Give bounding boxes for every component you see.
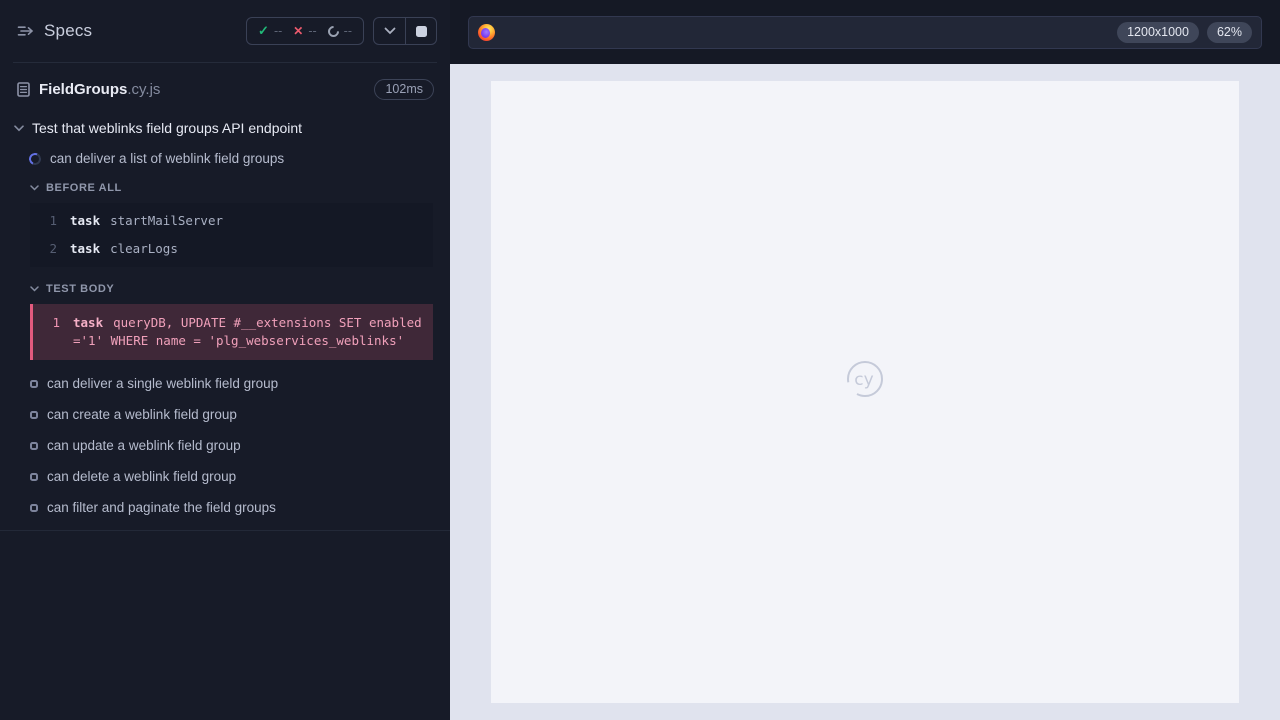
chevron-down-icon bbox=[384, 27, 395, 35]
tree-divider bbox=[0, 530, 450, 531]
hook-test-body[interactable]: TEST BODY bbox=[0, 283, 450, 295]
stop-run-button[interactable] bbox=[405, 18, 436, 44]
command-content: task clearLogs bbox=[70, 240, 178, 258]
command-method: task bbox=[70, 241, 101, 256]
pending-test-row[interactable]: can filter and paginate the field groups bbox=[0, 500, 450, 515]
command-content: task queryDB, UPDATE #__extensions SET en… bbox=[73, 314, 425, 350]
chevron-down-icon bbox=[14, 124, 24, 131]
specs-header: Specs ✓ -- ✕ -- -- bbox=[13, 0, 437, 63]
pending-test-icon bbox=[30, 379, 38, 388]
check-icon: ✓ bbox=[258, 23, 269, 38]
command-content: task startMailServer bbox=[70, 212, 223, 230]
command-row[interactable]: 1 task startMailServer bbox=[30, 207, 433, 235]
specs-header-left: Specs bbox=[13, 21, 92, 41]
specs-header-controls: ✓ -- ✕ -- -- bbox=[246, 17, 437, 45]
spinner-icon bbox=[27, 150, 43, 167]
address-bar[interactable]: 1200x1000 62% bbox=[468, 15, 1262, 49]
specs-title: Specs bbox=[44, 21, 93, 40]
test-tree: Test that weblinks field groups API endp… bbox=[0, 106, 450, 531]
command-message: queryDB, UPDATE #__extensions SET enable… bbox=[73, 315, 422, 348]
command-number: 1 bbox=[49, 213, 57, 228]
reporter-sidebar: Specs ✓ -- ✕ -- -- FieldGroups.cy.js 102… bbox=[0, 0, 450, 720]
running-icon bbox=[325, 23, 341, 39]
running-count: -- bbox=[343, 24, 352, 38]
stat-failed: ✕ -- bbox=[293, 24, 316, 38]
firefox-icon bbox=[478, 23, 495, 41]
running-test-title: can deliver a list of weblink field grou… bbox=[50, 151, 285, 166]
command-number: 2 bbox=[49, 241, 57, 256]
cross-icon: ✕ bbox=[293, 24, 304, 38]
command-block-test-body: 1 task queryDB, UPDATE #__extensions SET … bbox=[30, 304, 433, 360]
hook-label: BEFORE ALL bbox=[46, 182, 122, 194]
pending-test-row[interactable]: can create a weblink field group bbox=[0, 407, 450, 422]
command-method: task bbox=[73, 315, 104, 330]
command-method: task bbox=[70, 213, 101, 228]
pending-test-row[interactable]: can deliver a single weblink field group bbox=[0, 376, 450, 391]
pending-test-icon bbox=[30, 441, 38, 450]
pending-test-row[interactable]: can update a weblink field group bbox=[0, 438, 450, 453]
command-row[interactable]: 2 task clearLogs bbox=[30, 235, 433, 263]
svg-text:cy: cy bbox=[854, 370, 873, 390]
viewport-zoom-badge[interactable]: 62% bbox=[1206, 21, 1252, 43]
stop-icon bbox=[415, 25, 427, 37]
running-test-row[interactable]: can deliver a list of weblink field grou… bbox=[0, 150, 450, 167]
specs-list-toggle-icon[interactable] bbox=[17, 24, 34, 38]
run-controls bbox=[373, 17, 437, 45]
passed-count: -- bbox=[273, 24, 283, 38]
runner-panel: 1200x1000 62% cy bbox=[450, 0, 1280, 720]
command-message: startMailServer bbox=[110, 213, 223, 228]
hook-label: TEST BODY bbox=[46, 283, 115, 295]
viewport-size-badge[interactable]: 1200x1000 bbox=[1117, 21, 1199, 43]
pending-test-icon bbox=[30, 472, 38, 481]
command-message: clearLogs bbox=[110, 241, 178, 256]
command-row-active[interactable]: 1 task queryDB, UPDATE #__extensions SET … bbox=[33, 309, 433, 355]
aut-iframe: cy bbox=[491, 81, 1239, 703]
spec-file-name: FieldGroups.cy.js bbox=[39, 80, 161, 98]
cypress-watermark-icon: cy bbox=[847, 361, 883, 397]
suite-title: Test that weblinks field groups API endp… bbox=[32, 120, 303, 136]
pending-test-icon bbox=[30, 410, 38, 419]
spec-file-row[interactable]: FieldGroups.cy.js 102ms bbox=[0, 63, 450, 106]
spec-file-icon bbox=[17, 82, 30, 97]
chevron-down-icon bbox=[30, 185, 39, 191]
suite-row[interactable]: Test that weblinks field groups API endp… bbox=[0, 120, 450, 136]
command-block-before-all: 1 task startMailServer 2 task clearLogs bbox=[30, 203, 433, 267]
hook-before-all[interactable]: BEFORE ALL bbox=[0, 182, 450, 194]
stat-running: -- bbox=[325, 23, 352, 39]
aut-background: cy bbox=[450, 64, 1280, 720]
runner-header: 1200x1000 62% bbox=[450, 0, 1280, 64]
command-number: 1 bbox=[52, 315, 60, 330]
pending-test-row[interactable]: can delete a weblink field group bbox=[0, 469, 450, 484]
chevron-down-icon bbox=[30, 286, 39, 292]
failed-count: -- bbox=[308, 24, 317, 38]
spec-duration-badge: 102ms bbox=[374, 79, 434, 100]
collapse-specs-button[interactable] bbox=[374, 18, 405, 44]
run-stats: ✓ -- ✕ -- -- bbox=[246, 17, 364, 45]
pending-test-icon bbox=[30, 503, 38, 512]
stat-passed: ✓ -- bbox=[258, 23, 282, 39]
